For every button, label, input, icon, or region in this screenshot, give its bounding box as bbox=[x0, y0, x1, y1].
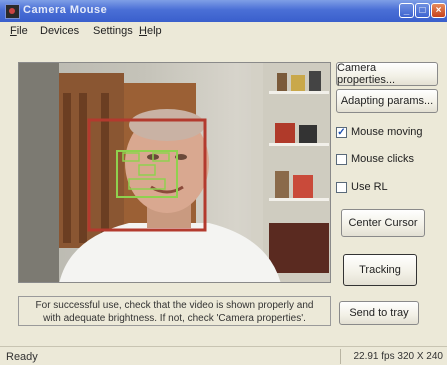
status-fps-resolution: 22.91 fps 320 X 240 bbox=[353, 351, 443, 362]
status-bar: Ready 22.91 fps 320 X 240 bbox=[0, 346, 447, 365]
camera-properties-label: Camera properties... bbox=[337, 62, 396, 86]
cabinet-divider bbox=[63, 93, 71, 243]
checkbox-box[interactable] bbox=[336, 181, 347, 193]
use-rl-checkbox[interactable]: Use RL bbox=[336, 180, 388, 194]
doorway bbox=[19, 63, 59, 282]
close-button[interactable]: × bbox=[431, 3, 446, 18]
shelf-item bbox=[275, 171, 289, 198]
shelf-item bbox=[291, 75, 305, 91]
app-window: Camera Mouse _ □ × File Devices Settings… bbox=[0, 0, 447, 365]
minimize-button[interactable]: _ bbox=[399, 3, 414, 18]
mouse-clicks-checkbox[interactable]: Mouse clicks bbox=[336, 152, 414, 166]
shelf-item bbox=[299, 125, 317, 143]
menu-help-mnemonic: H bbox=[139, 25, 147, 37]
center-cursor-button[interactable]: Center Cursor bbox=[341, 209, 425, 237]
menu-help-label: elp bbox=[146, 25, 162, 37]
adapting-params-label: Adapting params... bbox=[340, 95, 434, 107]
title-bar[interactable]: Camera Mouse _ □ × bbox=[0, 0, 447, 23]
menu-file-mnemonic: F bbox=[10, 25, 17, 37]
checkbox-label: Mouse moving bbox=[351, 126, 423, 138]
status-text: Ready bbox=[6, 351, 38, 363]
checkbox-label: Mouse clicks bbox=[351, 153, 414, 165]
shelf bbox=[269, 91, 329, 94]
info-message: For successful use, check that the video… bbox=[18, 296, 331, 326]
shelf-item bbox=[277, 73, 287, 91]
checkbox-label: Use RL bbox=[351, 181, 388, 193]
menu-file[interactable]: File bbox=[10, 25, 28, 37]
shelf-item bbox=[309, 71, 321, 91]
shelf-item bbox=[293, 175, 313, 198]
mouse-moving-checkbox[interactable]: ✓ Mouse moving bbox=[336, 125, 423, 139]
menu-settings-label: Settings bbox=[93, 25, 133, 37]
window-title: Camera Mouse bbox=[23, 4, 108, 16]
cabinet-divider bbox=[101, 93, 109, 243]
info-line-1: For successful use, check that the video… bbox=[35, 300, 314, 311]
checkbox-box[interactable] bbox=[336, 153, 347, 165]
shelf-item bbox=[269, 223, 329, 273]
send-to-tray-label: Send to tray bbox=[349, 307, 409, 319]
minimize-icon: _ bbox=[403, 5, 410, 16]
camera-properties-button[interactable]: Camera properties... bbox=[336, 62, 438, 86]
menu-devices-label: Devices bbox=[40, 25, 80, 37]
app-icon bbox=[5, 4, 20, 19]
tracking-label: Tracking bbox=[359, 264, 401, 276]
close-icon: × bbox=[435, 5, 442, 16]
person-hair bbox=[129, 109, 205, 141]
cabinet-divider bbox=[79, 93, 87, 243]
send-to-tray-button[interactable]: Send to tray bbox=[339, 301, 419, 325]
center-cursor-label: Center Cursor bbox=[348, 217, 418, 229]
adapting-params-button[interactable]: Adapting params... bbox=[336, 89, 438, 113]
status-separator bbox=[340, 349, 341, 364]
shelf-item bbox=[275, 123, 295, 143]
menu-bar: File Devices Settings Help bbox=[0, 22, 447, 40]
menu-file-label: ile bbox=[16, 25, 28, 37]
maximize-icon: □ bbox=[419, 5, 426, 16]
shelf bbox=[269, 143, 329, 146]
shelf bbox=[269, 198, 329, 201]
menu-devices[interactable]: Devices bbox=[40, 25, 79, 37]
checkbox-box-checked[interactable]: ✓ bbox=[336, 126, 347, 138]
menu-settings[interactable]: Settings bbox=[93, 25, 133, 37]
video-frame bbox=[19, 63, 330, 282]
tracking-button[interactable]: Tracking bbox=[343, 254, 417, 286]
maximize-button[interactable]: □ bbox=[415, 3, 430, 18]
video-preview[interactable] bbox=[18, 62, 331, 283]
menu-help[interactable]: Help bbox=[139, 25, 162, 37]
info-line-2: with adequate brightness. If not, check … bbox=[43, 313, 306, 324]
